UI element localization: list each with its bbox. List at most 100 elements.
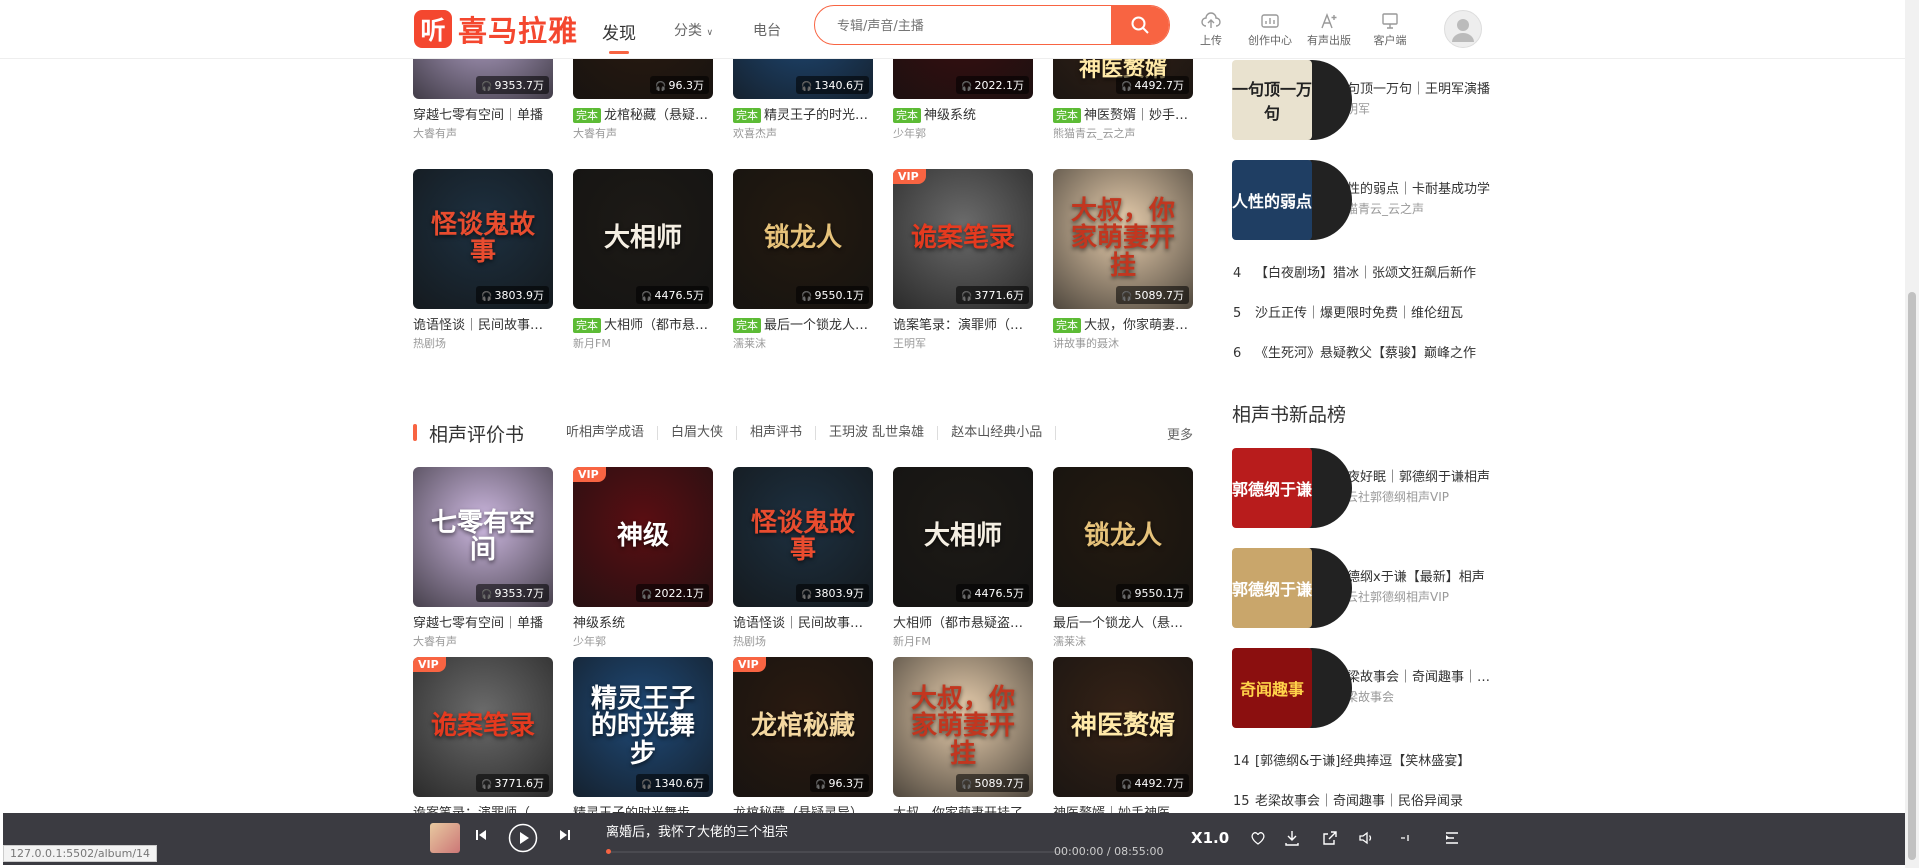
client-download-button[interactable]: 客户端 [1362, 12, 1418, 48]
search-button[interactable] [1111, 6, 1169, 44]
album-cover[interactable]: 七零有空间 🎧 9353.7万 [413, 467, 553, 607]
album-author[interactable]: 新月FM [573, 337, 713, 351]
category-tab[interactable]: 白眉大侠 [658, 426, 738, 440]
album-author[interactable]: 大睿有声 [573, 127, 713, 141]
album-author[interactable]: 大睿有声 [413, 127, 553, 141]
volume-icon[interactable] [1357, 829, 1375, 847]
nav-discover[interactable]: 发现 [602, 19, 636, 54]
album-title[interactable]: 完本 神医赘婿｜妙手神医 [1053, 108, 1193, 124]
album-title[interactable]: 诡案笔录：演罪师（刑侦） [893, 318, 1033, 334]
album-author[interactable]: 欢喜杰声 [733, 127, 873, 141]
album-title[interactable]: 完本大相师（都市悬疑盗墓） [573, 318, 713, 334]
play-order-icon[interactable] [1397, 829, 1415, 847]
category-tab[interactable]: 听相声学成语 [553, 426, 659, 440]
next-button[interactable] [558, 828, 572, 842]
rank-item[interactable]: 人性的弱点 人性的弱点｜卡耐基成功学 熊猫青云_云之声 [1232, 160, 1502, 244]
album-cover[interactable]: 大相师 🎧 4476.5万 [573, 169, 713, 309]
album-card[interactable]: 大叔，你家萌妻开挂 🎧5089.7万完本大叔，你家萌妻开挂了讲故事的聂沐 [1053, 169, 1193, 351]
creator-center-button[interactable]: 创作中心 [1242, 12, 1298, 48]
rank-item[interactable]: 郭德纲于谦 一夜好眠｜郭德纲于谦相声 德云社郭德纲相声VIP [1232, 448, 1502, 532]
audio-publish-button[interactable]: 有声出版 [1301, 12, 1357, 48]
play-button[interactable] [508, 823, 538, 853]
album-title[interactable]: 神级系统 [573, 616, 713, 632]
album-cover[interactable]: 锁龙人 🎧 9550.1万 [733, 169, 873, 309]
album-cover[interactable]: 大叔，你家萌妻开挂 🎧 5089.7万 [893, 657, 1033, 797]
site-logo[interactable]: 听 喜马拉雅 [414, 10, 578, 48]
category-tab[interactable]: 王玥波 乱世枭雄 [816, 426, 939, 440]
album-author[interactable]: 讲故事的聂沐 [1053, 337, 1193, 351]
album-card[interactable]: 怪谈鬼故事 🎧 3803.9万诡语怪谈｜民间故事合集 热剧场 [413, 169, 553, 351]
nav-category[interactable]: 分类 ∨ [674, 20, 713, 40]
album-title[interactable]: 最后一个锁龙人（悬疑） [1053, 616, 1193, 632]
album-title[interactable]: 穿越七零有空间｜单播 [413, 616, 553, 632]
album-title[interactable]: 完本最后一个锁龙人（悬疑） [733, 318, 873, 334]
album-author[interactable]: 热剧场 [413, 337, 553, 351]
upload-button[interactable]: 上传 [1183, 12, 1239, 48]
album-cover[interactable]: 大叔，你家萌妻开挂 🎧 5089.7万 [1053, 169, 1193, 309]
album-cover[interactable]: 锁龙人 🎧 9550.1万 [1053, 467, 1193, 607]
rank-title[interactable]: 一句顶一万句｜王明军演播 [1334, 78, 1499, 97]
album-cover[interactable]: 精灵王子的时光舞步 🎧 1340.6万 [573, 657, 713, 797]
album-card[interactable]: 龙棺秘藏VIP🎧96.3万龙棺秘藏（悬疑灵异） [733, 657, 873, 822]
album-title[interactable]: 穿越七零有空间｜单播 [413, 108, 553, 124]
album-author[interactable]: 少年郭 [893, 127, 1033, 141]
album-author[interactable]: 王明军 [893, 337, 1033, 351]
rank-cover[interactable]: 郭德纲于谦 [1232, 548, 1312, 628]
album-cover[interactable]: 怪谈鬼故事 🎧 3803.9万 [413, 169, 553, 309]
album-author[interactable]: 濡莱沫 [733, 337, 873, 351]
album-card[interactable]: 精灵王子的时光舞步 🎧1340.6万精灵王子的时光舞步 [573, 657, 713, 822]
album-card[interactable]: 锁龙人 🎧 9550.1万最后一个锁龙人（悬疑） 濡莱沫 [1053, 467, 1193, 649]
album-card[interactable]: 诡案笔录VIP🎧3771.6万诡案笔录：演罪师（刑侦） [413, 657, 553, 822]
rank-line-item[interactable]: 15 老梁故事会｜奇闻趣事｜民俗异闻录 [1233, 790, 1491, 809]
progress-handle[interactable] [606, 849, 611, 854]
album-author[interactable]: 少年郭 [573, 635, 713, 649]
album-cover[interactable]: 诡案笔录 VIP 🎧 3771.6万 [413, 657, 553, 797]
rank-item[interactable]: 郭德纲于谦 郭德纲x于谦【最新】相声 德云社郭德纲相声VIP [1232, 548, 1502, 632]
album-title[interactable]: 诡语怪谈｜民间故事合集 [413, 318, 553, 334]
avatar[interactable] [1444, 10, 1482, 48]
rank-line-item[interactable]: 4 【白夜剧场】猎冰｜张颂文狂飙后新作 [1233, 262, 1491, 281]
progress-bar[interactable] [606, 851, 1064, 853]
rank-line-item[interactable]: 5 沙丘正传｜爆更限时免费｜维伦纽瓦 [1233, 302, 1491, 321]
album-author[interactable]: 热剧场 [733, 635, 873, 649]
search-input[interactable] [835, 6, 1119, 44]
rank-item[interactable]: 奇闻趣事 老梁故事会｜奇闻趣事｜民俗 老梁故事会 [1232, 648, 1502, 732]
album-card[interactable]: 神医赘婿🎧4492.7万神医赘婿｜妙手神医 [1053, 657, 1193, 822]
album-card[interactable]: 怪谈鬼故事 🎧 3803.9万 诡语怪谈｜民间故事合集 热剧场 [733, 467, 873, 649]
rank-cover[interactable]: 奇闻趣事 [1232, 648, 1312, 728]
rank-cover[interactable]: 一句顶一万句 [1232, 60, 1312, 140]
album-author[interactable]: 大睿有声 [413, 635, 553, 649]
rank-cover[interactable]: 人性的弱点 [1232, 160, 1312, 240]
album-card[interactable]: 大叔，你家萌妻开挂🎧5089.7万大叔，你家萌妻开挂了 [893, 657, 1033, 822]
album-title[interactable]: 完本 精灵王子的时光舞步 [733, 108, 873, 124]
scrollbar-thumb[interactable] [1908, 292, 1916, 860]
rank-cover[interactable]: 郭德纲于谦 [1232, 448, 1312, 528]
album-card[interactable]: 锁龙人 🎧9550.1万完本最后一个锁龙人（悬疑） 濡莱沫 [733, 169, 873, 351]
album-title[interactable]: 完本 神级系统 [893, 108, 1033, 124]
rank-title[interactable]: 老梁故事会｜奇闻趣事｜民俗 [1334, 666, 1499, 685]
album-cover[interactable]: 龙棺秘藏 VIP 🎧 96.3万 [733, 657, 873, 797]
download-icon[interactable] [1283, 829, 1301, 847]
previous-button[interactable] [474, 828, 488, 842]
album-author[interactable]: 新月FM [893, 635, 1033, 649]
nav-radio[interactable]: 电台 [753, 20, 781, 40]
rank-line-item[interactable]: 14 [郭德纲&于谦]经典捧逗【笑林盛宴】 [1233, 750, 1491, 769]
album-author[interactable]: 濡莱沫 [1053, 635, 1193, 649]
category-tab[interactable]: 赵本山经典小品 [938, 426, 1057, 440]
album-cover[interactable]: 怪谈鬼故事 🎧 3803.9万 [733, 467, 873, 607]
playback-speed[interactable]: X1.0 [1191, 829, 1229, 847]
album-title[interactable]: 大相师（都市悬疑盗墓） [893, 616, 1033, 632]
album-card[interactable]: 诡案笔录 VIP 🎧3771.6万诡案笔录：演罪师（刑侦） 王明军 [893, 169, 1033, 351]
album-card[interactable]: 大相师 🎧4476.5万完本大相师（都市悬疑盗墓） 新月FM [573, 169, 713, 351]
album-title[interactable]: 完本龙棺秘藏（悬疑灵异） [573, 108, 713, 124]
more-link[interactable]: 更多 [1167, 424, 1193, 443]
category-tab[interactable]: 相声评书 [737, 426, 817, 440]
album-title[interactable]: 完本大叔，你家萌妻开挂了 [1053, 318, 1193, 334]
playlist-icon[interactable] [1443, 829, 1461, 847]
rank-title[interactable]: 一夜好眠｜郭德纲于谦相声 [1334, 466, 1499, 485]
rank-item[interactable]: 一句顶一万句 一句顶一万句｜王明军演播 王明军 [1232, 60, 1502, 144]
album-cover[interactable]: 神医赘婿 🎧 4492.7万 [1053, 657, 1193, 797]
album-cover[interactable]: 诡案笔录 VIP 🎧 3771.6万 [893, 169, 1033, 309]
album-cover[interactable]: 大相师 🎧 4476.5万 [893, 467, 1033, 607]
album-author[interactable]: 熊猫青云_云之声 [1053, 127, 1193, 141]
